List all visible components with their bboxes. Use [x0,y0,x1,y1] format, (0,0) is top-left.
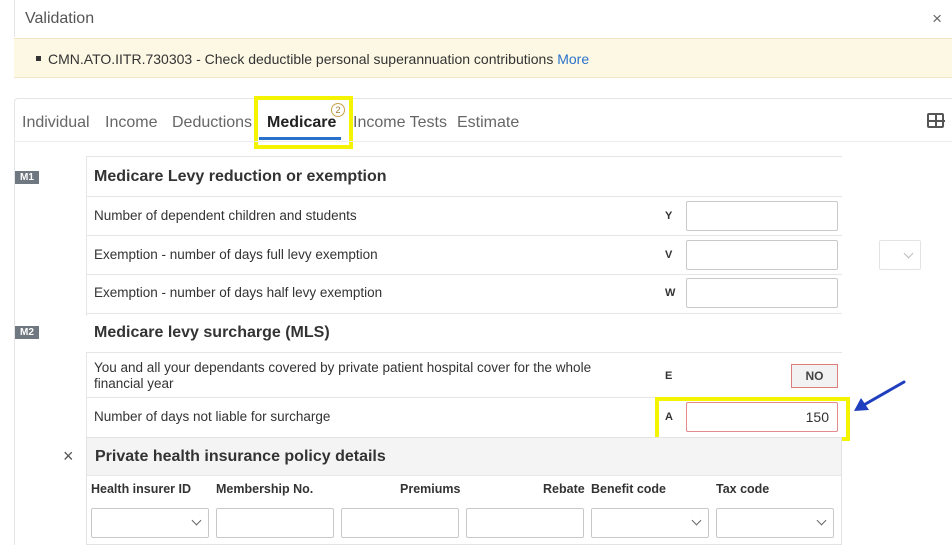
row-code-e: E [665,370,673,382]
phi-title: Private health insurance policy details [95,448,386,465]
validation-header: Validation × [14,0,952,37]
divider [86,156,842,157]
phi-remove-icon[interactable]: × [63,446,74,467]
column-premiums: Premiums [400,482,461,496]
chevron-down-icon [816,515,827,526]
tab-income[interactable]: Income [105,114,157,132]
grid-view-icon[interactable] [927,113,945,128]
tab-income-tests[interactable]: Income Tests [353,114,447,132]
full-exemption-days-input[interactable] [686,240,838,270]
arrow-shaft [860,380,906,408]
divider [86,196,842,197]
tab-individual[interactable]: Individual [22,114,90,132]
row-label-hospital-cover: You and all your dependants covered by p… [94,360,592,391]
tab-divider [15,141,952,142]
validation-message-bar: CMN.ATO.IITR.730303 - Check deductible p… [14,38,952,78]
divider [86,352,842,353]
premiums-input[interactable] [341,508,459,538]
highlight-box-days-not-liable [655,397,850,441]
row-code-v: V [665,249,673,261]
bullet-icon [36,56,41,61]
divider [86,235,842,236]
column-health-insurer-id: Health insurer ID [91,482,192,496]
dependents-input[interactable] [686,201,838,231]
health-insurer-select[interactable] [91,508,209,538]
divider [86,156,87,316]
section-tag-m2: M2 [15,326,39,339]
divider [86,313,842,314]
section-tag-m1: M1 [15,171,39,184]
hospital-cover-toggle[interactable]: NO [791,364,838,388]
membership-no-input[interactable] [216,508,334,538]
chevron-down-icon [691,515,702,526]
benefit-code-select[interactable] [591,508,709,538]
section-title-m1: Medicare Levy reduction or exemption [94,168,387,185]
chevron-down-icon [903,248,914,259]
column-benefit-code: Benefit code [591,482,667,496]
row-label-full-exemption: Exemption - number of days full levy exe… [94,247,378,262]
close-icon[interactable]: × [932,9,942,29]
row-code-w: W [665,287,676,299]
row-code-y: Y [665,210,673,222]
row-label-days-not-liable: Number of days not liable for surcharge [94,409,331,424]
chevron-down-icon [191,515,202,526]
validation-message: CMN.ATO.IITR.730303 - Check deductible p… [48,51,589,67]
row-label-dependents: Number of dependent children and student… [94,208,357,223]
half-exemption-days-input[interactable] [686,278,838,308]
validation-message-text: CMN.ATO.IITR.730303 - Check deductible p… [48,51,554,67]
column-tax-code: Tax code [716,482,770,496]
column-rebate: Rebate [543,482,585,496]
divider [86,274,842,275]
tab-deductions[interactable]: Deductions [172,114,252,132]
tab-estimate[interactable]: Estimate [457,114,519,132]
more-link[interactable]: More [557,51,589,67]
phi-header: Private health insurance policy details [87,438,841,476]
annotation-arrow-icon [854,380,906,411]
row-label-half-exemption: Exemption - number of days half levy exe… [94,285,383,300]
validation-title: Validation [25,10,95,27]
divider [86,352,87,438]
tax-code-select[interactable] [716,508,834,538]
rebate-input[interactable] [466,508,584,538]
side-dropdown[interactable] [879,240,921,270]
section-title-m2: Medicare levy surcharge (MLS) [94,324,330,341]
column-membership-no: Membership No. [216,482,314,496]
